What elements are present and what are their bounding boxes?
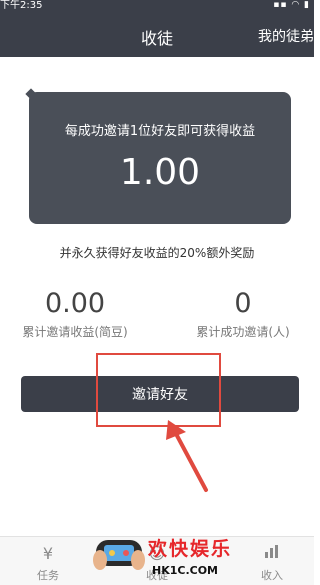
status-bar: 下午2:35 ▪▪ ◠ ▮ xyxy=(0,0,314,11)
earnings-label: 累计邀请收益(简豆) xyxy=(22,325,128,339)
invites-value: 0 xyxy=(234,288,252,319)
tab-tasks[interactable]: ¥ 任务 xyxy=(18,543,78,583)
tab-income-label: 收入 xyxy=(261,569,283,582)
invites-label: 累计成功邀请(人) xyxy=(196,325,290,339)
invites-stat: 0 累计成功邀请(人) xyxy=(168,288,318,340)
status-icons: ▪▪ ◠ ▮ xyxy=(273,0,310,11)
earnings-value: 0.00 xyxy=(44,288,106,319)
nav-bar: 收徒 我的徒弟 xyxy=(0,11,314,57)
tab-tasks-label: 任务 xyxy=(37,569,59,582)
tab-income[interactable]: 收入 xyxy=(242,543,302,583)
invite-friends-button[interactable]: 邀请好友 xyxy=(21,376,299,412)
earnings-stat: 0.00 累计邀请收益(简豆) xyxy=(0,288,150,340)
bar-chart-icon xyxy=(242,543,302,565)
signal-icon: ▪▪ xyxy=(273,0,288,10)
bonus-text: 并永久获得好友收益的20%额外奖励 xyxy=(59,246,255,260)
wifi-icon: ◠ xyxy=(291,0,301,10)
apprentice-icon: ☺ xyxy=(148,544,166,563)
reward-card: 每成功邀请1位好友即可获得收益 1.00 xyxy=(25,88,291,224)
tab-apprentice-label: 收徒 xyxy=(146,569,168,582)
reward-description: 每成功邀请1位好友即可获得收益 xyxy=(64,124,256,139)
reward-amount: 1.00 xyxy=(119,152,201,193)
pointer-arrow xyxy=(166,420,208,492)
tab-bar: ¥ 任务 ☺ 收徒 收入 xyxy=(0,536,314,585)
battery-icon: ▮ xyxy=(304,0,310,10)
tab-apprentice[interactable]: ☺ 收徒 xyxy=(127,543,187,583)
yen-coin-icon: ¥ xyxy=(42,544,54,563)
my-apprentices-link[interactable]: 我的徒弟 xyxy=(258,26,314,46)
card-corner xyxy=(25,88,37,100)
status-time: 下午2:35 xyxy=(0,0,43,11)
